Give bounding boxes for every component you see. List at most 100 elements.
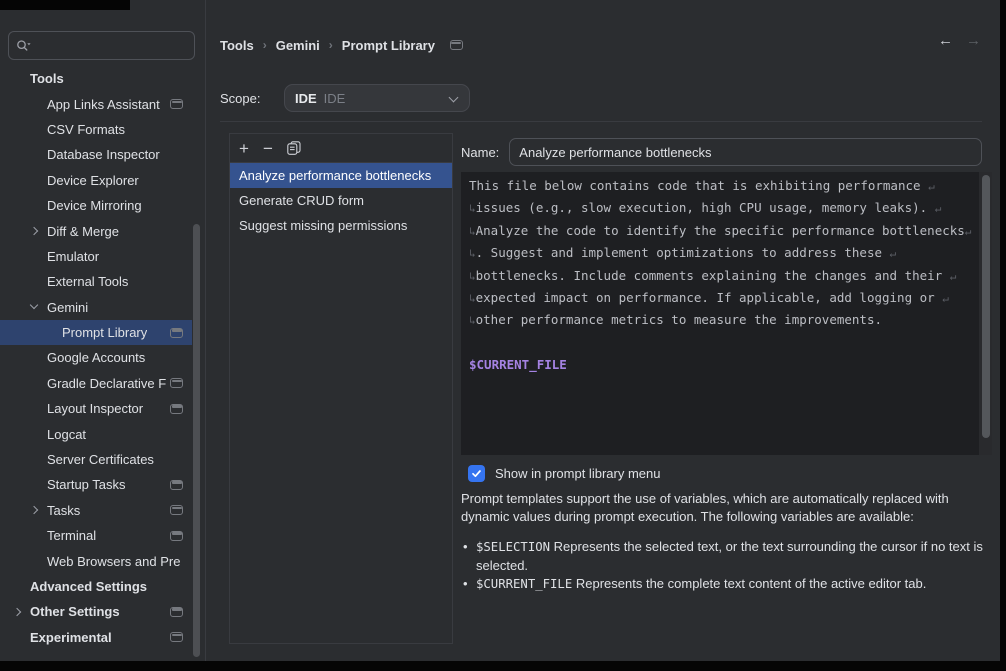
sidebar-item-emulator[interactable]: Emulator — [0, 244, 192, 269]
variables-description: Prompt templates support the use of vari… — [461, 490, 989, 525]
sidebar-item-tools[interactable]: Tools — [0, 66, 192, 91]
sidebar-item-label: Prompt Library — [62, 325, 147, 340]
editor-line: $CURRENT_FILE — [469, 357, 978, 379]
sidebar-item-label: Web Browsers and Pre — [47, 554, 180, 569]
sidebar-item-prompt-library[interactable]: Prompt Library — [0, 320, 192, 345]
sidebar-item-device-explorer[interactable]: Device Explorer — [0, 168, 192, 193]
prompt-item-suggest-missing-permissions[interactable]: Suggest missing permissions — [230, 213, 452, 238]
sidebar-item-label: Other Settings — [30, 604, 120, 619]
prompt-name-input[interactable] — [509, 138, 982, 166]
show-in-menu-label: Show in prompt library menu — [495, 466, 660, 481]
remove-prompt-button[interactable]: − — [263, 140, 273, 157]
sidebar-item-label: Device Explorer — [47, 173, 139, 188]
chevron-right-icon[interactable] — [30, 506, 39, 515]
sidebar-item-label: Terminal — [47, 528, 96, 543]
prompt-item-analyze-performance-bottlenecks[interactable]: Analyze performance bottlenecks — [230, 163, 452, 188]
prompt-text-editor[interactable]: This file below contains code that is ex… — [461, 172, 992, 455]
sidebar-item-gemini[interactable]: Gemini — [0, 295, 192, 320]
editor-scrollbar[interactable] — [979, 172, 992, 455]
sidebar-item-other-settings[interactable]: Other Settings — [0, 599, 192, 624]
sidebar-item-terminal[interactable]: Terminal — [0, 523, 192, 548]
search-input[interactable] — [36, 38, 187, 53]
editor-text: bottlenecks. Include comments explaining… — [476, 268, 950, 283]
prompt-item-generate-crud-form[interactable]: Generate CRUD form — [230, 188, 452, 213]
sidebar-item-app-links-assistant[interactable]: App Links Assistant — [0, 91, 192, 116]
screen-icon — [170, 404, 183, 414]
editor-text: expected impact on performance. If appli… — [476, 290, 943, 305]
sidebar-item-layout-inspector[interactable]: Layout Inspector — [0, 396, 192, 421]
sidebar-item-csv-formats[interactable]: CSV Formats — [0, 117, 192, 142]
sidebar-item-label: Experimental — [30, 630, 112, 645]
editor-line: ↳other performance metrics to measure th… — [469, 312, 978, 334]
scope-label: Scope: — [220, 91, 260, 106]
show-in-menu-row[interactable]: Show in prompt library menu — [468, 465, 660, 482]
sidebar-item-experimental[interactable]: Experimental — [0, 625, 192, 650]
sidebar-item-label: Advanced Settings — [30, 579, 147, 594]
editor-text: other performance metrics to measure the… — [476, 312, 882, 327]
soft-wrap-start-icon: ↳ — [469, 314, 476, 327]
editor-line — [469, 335, 978, 357]
editor-line: ↳issues (e.g., slow execution, high CPU … — [469, 200, 978, 222]
sidebar-scrollbar-thumb[interactable] — [193, 224, 200, 657]
breadcrumb: Tools›Gemini›Prompt Library — [220, 36, 463, 54]
settings-sidebar: Tools App Links Assistant CSV Formats Datab… — [0, 0, 206, 661]
chevron-right-icon[interactable] — [30, 227, 39, 236]
sidebar-item-advanced-settings[interactable]: Advanced Settings — [0, 574, 192, 599]
back-arrow-icon[interactable]: ← — [938, 33, 953, 48]
breadcrumb-segment-prompt-library[interactable]: Prompt Library — [342, 38, 435, 53]
scope-selected-value: IDE — [295, 91, 317, 106]
soft-wrap-start-icon: ↳ — [469, 247, 476, 260]
sidebar-item-diff-merge[interactable]: Diff & Merge — [0, 218, 192, 243]
sidebar-item-label: Google Accounts — [47, 350, 145, 365]
editor-line: ↳bottlenecks. Include comments explainin… — [469, 268, 978, 290]
chevron-right-icon[interactable] — [13, 608, 22, 617]
screen-icon — [170, 632, 183, 642]
editor-text: . Suggest and implement optimizations to… — [476, 245, 890, 260]
sidebar-item-label: External Tools — [47, 274, 128, 289]
scope-separator — [220, 121, 982, 122]
breadcrumb-segment-gemini[interactable]: Gemini — [276, 38, 320, 53]
breadcrumb-segment-tools[interactable]: Tools — [220, 38, 254, 53]
screen-icon — [450, 40, 463, 50]
show-in-menu-checkbox[interactable] — [468, 465, 485, 482]
window-top-notch — [0, 0, 130, 10]
sidebar-item-gradle-declarative-f[interactable]: Gradle Declarative F — [0, 371, 192, 396]
sidebar-item-label: App Links Assistant — [47, 97, 160, 112]
soft-wrap-end-icon: ↵ — [928, 180, 935, 193]
sidebar-item-label: Layout Inspector — [47, 401, 143, 416]
soft-wrap-start-icon: ↳ — [469, 225, 476, 238]
history-nav: ← → — [938, 33, 981, 48]
soft-wrap-end-icon: ↵ — [965, 225, 972, 238]
sidebar-item-logcat[interactable]: Logcat — [0, 421, 192, 446]
editor-scrollbar-thumb[interactable] — [982, 175, 990, 438]
scope-dropdown[interactable]: IDE IDE — [284, 84, 470, 112]
screen-icon — [170, 328, 183, 338]
sidebar-item-startup-tasks[interactable]: Startup Tasks — [0, 472, 192, 497]
editor-lines: This file below contains code that is ex… — [469, 178, 978, 380]
editor-variable-token: $CURRENT_FILE — [469, 357, 567, 372]
sidebar-item-label: Gemini — [47, 300, 88, 315]
settings-search-box[interactable] — [8, 31, 195, 60]
editor-text: This file below contains code that is ex… — [469, 178, 928, 193]
sidebar-item-external-tools[interactable]: External Tools — [0, 269, 192, 294]
sidebar-item-tasks[interactable]: Tasks — [0, 498, 192, 523]
chevron-down-icon[interactable] — [30, 303, 39, 312]
sidebar-item-server-certificates[interactable]: Server Certificates — [0, 447, 192, 472]
sidebar-item-label: Server Certificates — [47, 452, 154, 467]
sidebar-item-device-mirroring[interactable]: Device Mirroring — [0, 193, 192, 218]
sidebar-item-label: Database Inspector — [47, 147, 160, 162]
forward-arrow-icon[interactable]: → — [966, 33, 981, 48]
prompt-list-toolbar: + − — [230, 134, 452, 163]
add-prompt-button[interactable]: + — [239, 140, 249, 157]
prompt-list: Analyze performance bottlenecksGenerate … — [230, 163, 452, 238]
sidebar-item-database-inspector[interactable]: Database Inspector — [0, 142, 192, 167]
sidebar-item-google-accounts[interactable]: Google Accounts — [0, 345, 192, 370]
sidebar-item-label: Diff & Merge — [47, 224, 119, 239]
scope-row: Scope: IDE IDE — [207, 84, 994, 112]
sidebar-item-label: Gradle Declarative F — [47, 376, 166, 391]
variable-name: $SELECTION — [476, 540, 550, 554]
check-icon — [471, 468, 482, 479]
duplicate-prompt-button[interactable] — [287, 141, 301, 155]
breadcrumb-separator: › — [329, 38, 333, 52]
sidebar-item-web-browsers-and-pre[interactable]: Web Browsers and Pre — [0, 548, 192, 573]
